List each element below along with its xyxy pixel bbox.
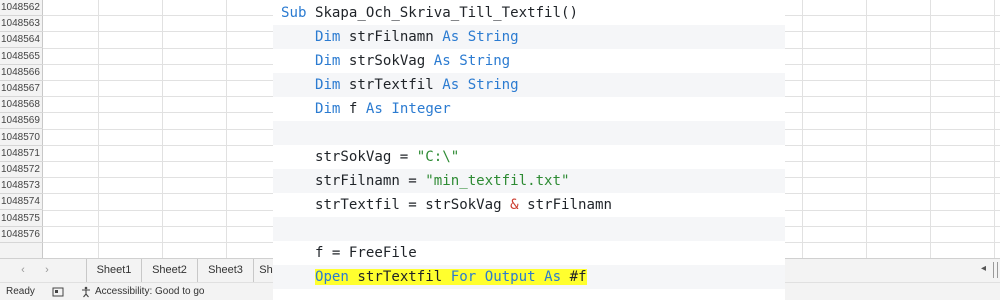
code-text: Dim strSokVag As String [315, 53, 510, 69]
grid-column-line [802, 0, 803, 258]
code-text: Dim strFilnamn As String [315, 29, 519, 45]
code-token: f [340, 101, 366, 117]
code-line [273, 121, 785, 145]
code-token: strSokVag [340, 53, 434, 69]
code-keyword: Output [484, 269, 536, 285]
macro-recording-icon[interactable] [52, 286, 64, 298]
grid-column-line [866, 0, 867, 258]
grid-column-line [98, 0, 99, 258]
code-keyword: As [544, 269, 562, 285]
code-keyword: Sub [281, 5, 307, 21]
row-headers: 1048562 1048563 1048564 1048565 1048566 10485… [0, 0, 43, 258]
code-keyword: For [450, 269, 477, 285]
code-keyword: Dim [314, 77, 341, 93]
accessibility-status[interactable]: Accessibility: Good to go [95, 286, 205, 297]
row-header[interactable]: 1048576 [0, 227, 43, 243]
row-header[interactable]: 1048563 [0, 16, 43, 33]
code-operator: & [510, 197, 519, 213]
code-token: f = FreeFile [314, 245, 417, 261]
row-header[interactable]: 1048565 [0, 49, 43, 65]
highlighted-code: Open strTextfil For Output As #f [314, 269, 587, 285]
code-line: f = FreeFile [273, 241, 785, 265]
code-token: strFilnamn [340, 29, 443, 45]
code-token: strFilnamn = [314, 173, 426, 189]
splitter-handle[interactable] [993, 262, 998, 278]
code-keyword: Integer [391, 101, 451, 117]
scroll-left-icon[interactable]: ◂ [981, 263, 986, 274]
code-line: Dim strSokVag As String [273, 49, 785, 73]
code-keyword: As [442, 77, 460, 93]
code-line: Open strTextfil For Output As #f [273, 265, 785, 289]
row-header[interactable]: 1048570 [0, 130, 43, 146]
code-text: strTextfil = strSokVag & strFilnamn [315, 197, 612, 213]
code-text: Sub Skapa_Och_Skriva_Till_Textfil() [281, 5, 578, 21]
code-line: strFilnamn = "min_textfil.txt" [273, 169, 785, 193]
code-token: strTextfil [348, 269, 451, 285]
code-token: strTextfil [340, 77, 443, 93]
code-keyword: As [442, 29, 460, 45]
code-line: Dim f As Integer [273, 97, 785, 121]
code-keyword: Dim [314, 53, 341, 69]
sheet-tab-1[interactable]: Sheet1 [86, 259, 142, 282]
row-header[interactable]: 1048569 [0, 113, 43, 130]
code-line: Sub Skapa_Och_Skriva_Till_Textfil() [273, 1, 785, 25]
row-header[interactable]: 1048568 [0, 97, 43, 114]
row-header[interactable]: 1048567 [0, 81, 43, 97]
code-token: strTextfil = strSokVag [314, 197, 511, 213]
code-token: Skapa_Och_Skriva_Till_Textfil() [306, 5, 578, 21]
code-text: strFilnamn = "min_textfil.txt" [315, 173, 570, 189]
sheet-tab-3[interactable]: Sheet3 [198, 259, 254, 282]
row-header[interactable]: 1048574 [0, 194, 43, 211]
code-text: Dim f As Integer [315, 101, 451, 117]
row-header[interactable]: 1048571 [0, 146, 43, 162]
code-line: Dim strTextfil As String [273, 73, 785, 97]
code-token: strSokVag = [314, 149, 417, 165]
code-keyword: Dim [314, 101, 341, 117]
status-ready: Ready [6, 286, 35, 297]
code-keyword: Open [314, 269, 349, 285]
code-keyword: String [467, 77, 519, 93]
row-header[interactable]: 1048562 [0, 0, 43, 16]
code-text: f = FreeFile [315, 245, 417, 261]
code-line: strSokVag = "C:\" [273, 145, 785, 169]
code-text: Dim strTextfil As String [315, 77, 519, 93]
row-header[interactable]: 1048572 [0, 162, 43, 178]
code-line [273, 217, 785, 241]
code-keyword: String [467, 29, 519, 45]
code-token: strFilnamn [518, 197, 612, 213]
code-text: strSokVag = "C:\" [315, 149, 459, 165]
code-keyword: String [459, 53, 511, 69]
code-keyword: As [433, 53, 451, 69]
row-header[interactable]: 1048564 [0, 32, 43, 49]
tab-scroll-right-icon[interactable]: › [40, 262, 54, 278]
row-header[interactable]: 1048573 [0, 178, 43, 195]
horizontal-scroll-controls: ◂ [964, 259, 1000, 282]
grid-column-line [226, 0, 227, 258]
code-line: strTextfil = strSokVag & strFilnamn [273, 193, 785, 217]
code-line: Dim strFilnamn As String [273, 25, 785, 49]
code-keyword: As [365, 101, 383, 117]
sheet-tab-2[interactable]: Sheet2 [142, 259, 198, 282]
tab-scroll-left-icon[interactable]: ‹ [16, 262, 30, 278]
row-header[interactable]: 1048575 [0, 211, 43, 227]
vba-code-block: Sub Skapa_Och_Skriva_Till_Textfil() Dim … [273, 0, 785, 300]
accessibility-icon[interactable] [80, 286, 92, 298]
row-header[interactable]: 1048566 [0, 65, 43, 81]
code-keyword: Dim [314, 29, 341, 45]
grid-column-line [994, 0, 995, 258]
grid-column-line [930, 0, 931, 258]
code-string: "C:\" [416, 149, 460, 165]
code-string: "min_textfil.txt" [425, 173, 570, 189]
grid-column-line [162, 0, 163, 258]
code-token: #f [561, 269, 587, 285]
